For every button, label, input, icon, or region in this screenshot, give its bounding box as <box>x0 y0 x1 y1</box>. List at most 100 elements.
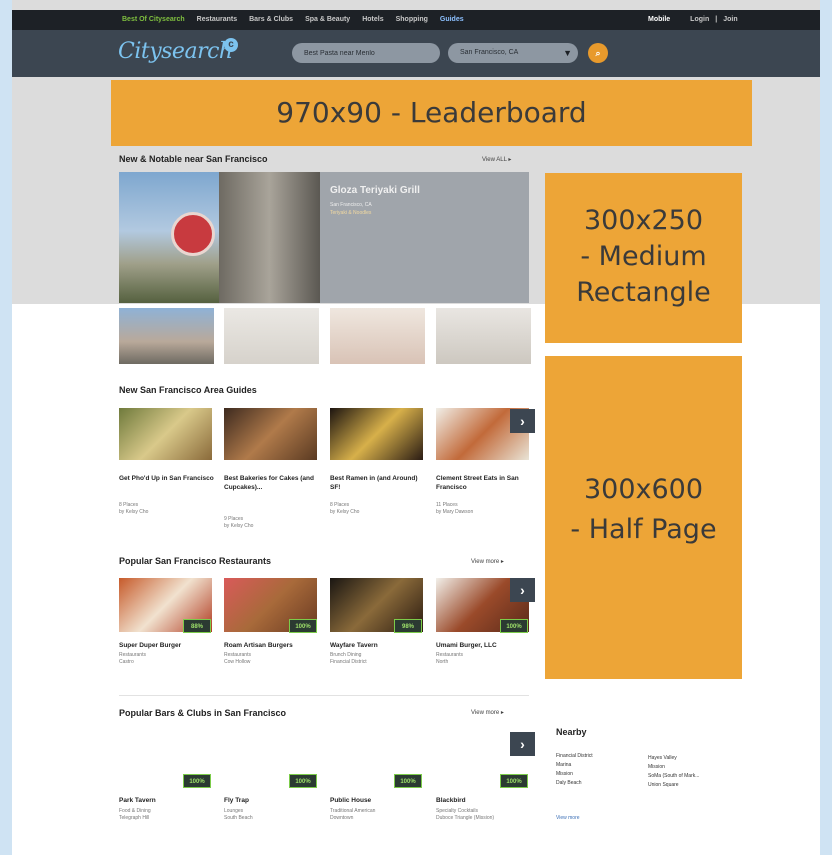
featured-thumb-2[interactable] <box>224 308 319 364</box>
search-go-button[interactable]: ⌕ <box>588 43 608 63</box>
nearby-link[interactable]: Hayes Valley <box>648 754 699 763</box>
score-badge: 100% <box>289 619 317 633</box>
half-page-line-1: 300x600 <box>583 474 704 505</box>
top-nav-hotels[interactable]: Hotels <box>362 16 383 23</box>
restaurants-view-more-link[interactable]: View more ▸ <box>471 558 504 565</box>
search-input[interactable] <box>292 43 440 63</box>
chevron-right-icon: › <box>520 736 525 752</box>
featured-thumb-4[interactable] <box>436 308 531 364</box>
top-nav-shopping[interactable]: Shopping <box>396 16 428 23</box>
join-link[interactable]: Join <box>723 16 737 23</box>
restaurant-name-2[interactable]: Roam Artisan Burgers <box>224 641 319 650</box>
guide-count-1: 8 Places <box>119 502 139 508</box>
section-divider <box>119 695 529 696</box>
bar-name-3[interactable]: Public House <box>330 796 425 805</box>
bar-hood-2: South Beach <box>224 815 253 821</box>
bar-hood-3: Downtown <box>330 815 354 821</box>
guide-image-3[interactable] <box>330 408 423 460</box>
top-nav-spa-beauty[interactable]: Spa & Beauty <box>305 16 350 23</box>
top-nav-best-of[interactable]: Best Of Citysearch <box>122 16 185 23</box>
logo-mark-icon: c <box>224 38 238 52</box>
location-value: San Francisco, CA <box>460 49 519 56</box>
view-all-link[interactable]: View ALL ▸ <box>482 156 511 163</box>
account-links-separator: | <box>715 16 718 23</box>
guides-title: New San Francisco Area Guides <box>119 385 257 395</box>
guide-author-2: by Kelsy Cho <box>224 523 254 529</box>
guide-author-1: by Kelsy Cho <box>119 509 149 515</box>
nearby-view-more-link[interactable]: View more <box>556 815 580 821</box>
restaurant-name-4[interactable]: Umami Burger, LLC <box>436 641 531 650</box>
nearby-col-2: Hayes Valley Mission SoMa (South of Mark… <box>648 754 699 790</box>
search-icon: ⌕ <box>595 48 601 58</box>
account-links: Mobile Login | Join <box>648 16 738 23</box>
chevron-down-icon: ▼ <box>563 48 572 58</box>
guide-author-4: by Mary Dawson <box>436 509 474 515</box>
bars-view-more-link[interactable]: View more ▸ <box>471 709 504 716</box>
restaurant-cat-2: Restaurants <box>224 652 251 658</box>
restaurant-hood-4: North <box>436 659 449 665</box>
nearby-title: Nearby <box>556 727 587 737</box>
login-link[interactable]: Login <box>690 16 709 23</box>
score-badge: 98% <box>394 619 422 633</box>
bars-next-button[interactable]: › <box>510 732 535 756</box>
restaurants-title: Popular San Francisco Restaurants <box>119 556 272 566</box>
featured-thumb-1[interactable] <box>119 308 214 364</box>
bar-name-2[interactable]: Fly Trap <box>224 796 319 805</box>
top-nav-restaurants[interactable]: Restaurants <box>197 16 237 23</box>
citysearch-logo[interactable]: Citysearch <box>118 39 233 64</box>
medium-rectangle-line-3: Rectangle <box>576 277 711 308</box>
nearby-link[interactable]: Daly Beach <box>556 779 593 788</box>
new-notable-title: New & Notable near San Francisco <box>119 154 268 164</box>
nearby-link[interactable]: Mission <box>556 770 593 779</box>
bar-cat-3: Traditional American <box>330 808 376 814</box>
restaurant-name-1[interactable]: Super Duper Burger <box>119 641 214 650</box>
guide-author-3: by Kelsy Cho <box>330 509 360 515</box>
bar-name-4[interactable]: Blackbird <box>436 796 531 805</box>
leaderboard-ad[interactable]: 970x90 - Leaderboard <box>111 80 752 146</box>
restaurant-hood-1: Castro <box>119 659 134 665</box>
top-nav-guides[interactable]: Guides <box>440 16 464 23</box>
guide-title-1[interactable]: Get Pho'd Up in San Francisco <box>119 474 214 483</box>
top-nav-bars-clubs[interactable]: Bars & Clubs <box>249 16 293 23</box>
featured-thumb-3[interactable] <box>330 308 425 364</box>
half-page-ad[interactable]: 300x600 - Half Page <box>545 356 742 679</box>
guide-title-4[interactable]: Clement Street Eats in San Francisco <box>436 474 531 492</box>
medium-rectangle-line-2: - Medium <box>580 241 707 272</box>
score-badge: 100% <box>394 774 422 788</box>
guide-title-3[interactable]: Best Ramen in (and Around) SF! <box>330 474 425 492</box>
bar-cat-1: Food & Dining <box>119 808 151 814</box>
nearby-link[interactable]: SoMa (South of Mark... <box>648 772 699 781</box>
mobile-link[interactable]: Mobile <box>648 16 670 23</box>
featured-location: San Francisco, CA <box>330 202 372 208</box>
guide-title-2[interactable]: Best Bakeries for Cakes (and Cupcakes)..… <box>224 474 319 492</box>
featured-photo[interactable] <box>119 172 320 303</box>
chevron-right-icon: › <box>520 582 525 598</box>
bar-cat-2: Lounges <box>224 808 244 814</box>
restaurants-next-button[interactable]: › <box>510 578 535 602</box>
nearby-link[interactable]: Union Square <box>648 781 699 790</box>
featured-building <box>219 172 320 303</box>
location-select[interactable]: San Francisco, CA ▼ <box>448 43 578 63</box>
score-badge: 100% <box>289 774 317 788</box>
nearby-link[interactable]: Financial District <box>556 752 593 761</box>
top-nav-bar: Best Of Citysearch Restaurants Bars & Cl… <box>12 10 820 30</box>
guide-image-1[interactable] <box>119 408 212 460</box>
nearby-link[interactable]: Marina <box>556 761 593 770</box>
featured-name[interactable]: Gloza Teriyaki Grill <box>330 185 420 196</box>
nearby-link[interactable]: Mission <box>648 763 699 772</box>
bars-title: Popular Bars & Clubs in San Francisco <box>119 708 287 718</box>
featured-category[interactable]: Teriyaki & Noodles <box>330 210 371 216</box>
restaurant-cat-4: Restaurants <box>436 652 463 658</box>
bar-cat-4: Specialty Cocktails <box>436 808 478 814</box>
score-badge: 100% <box>183 774 211 788</box>
guide-count-4: 11 Places <box>436 502 458 508</box>
score-badge: 88% <box>183 619 211 633</box>
top-nav: Best Of Citysearch Restaurants Bars & Cl… <box>122 16 464 23</box>
restaurant-hood-2: Cow Hollow <box>224 659 251 665</box>
medium-rectangle-ad[interactable]: 300x250 - Medium Rectangle <box>545 173 742 343</box>
guides-next-button[interactable]: › <box>510 409 535 433</box>
guide-image-2[interactable] <box>224 408 317 460</box>
site-header: Citysearch c San Francisco, CA ▼ ⌕ <box>12 30 820 77</box>
restaurant-name-3[interactable]: Wayfare Tavern <box>330 641 425 650</box>
bar-name-1[interactable]: Park Tavern <box>119 796 214 805</box>
